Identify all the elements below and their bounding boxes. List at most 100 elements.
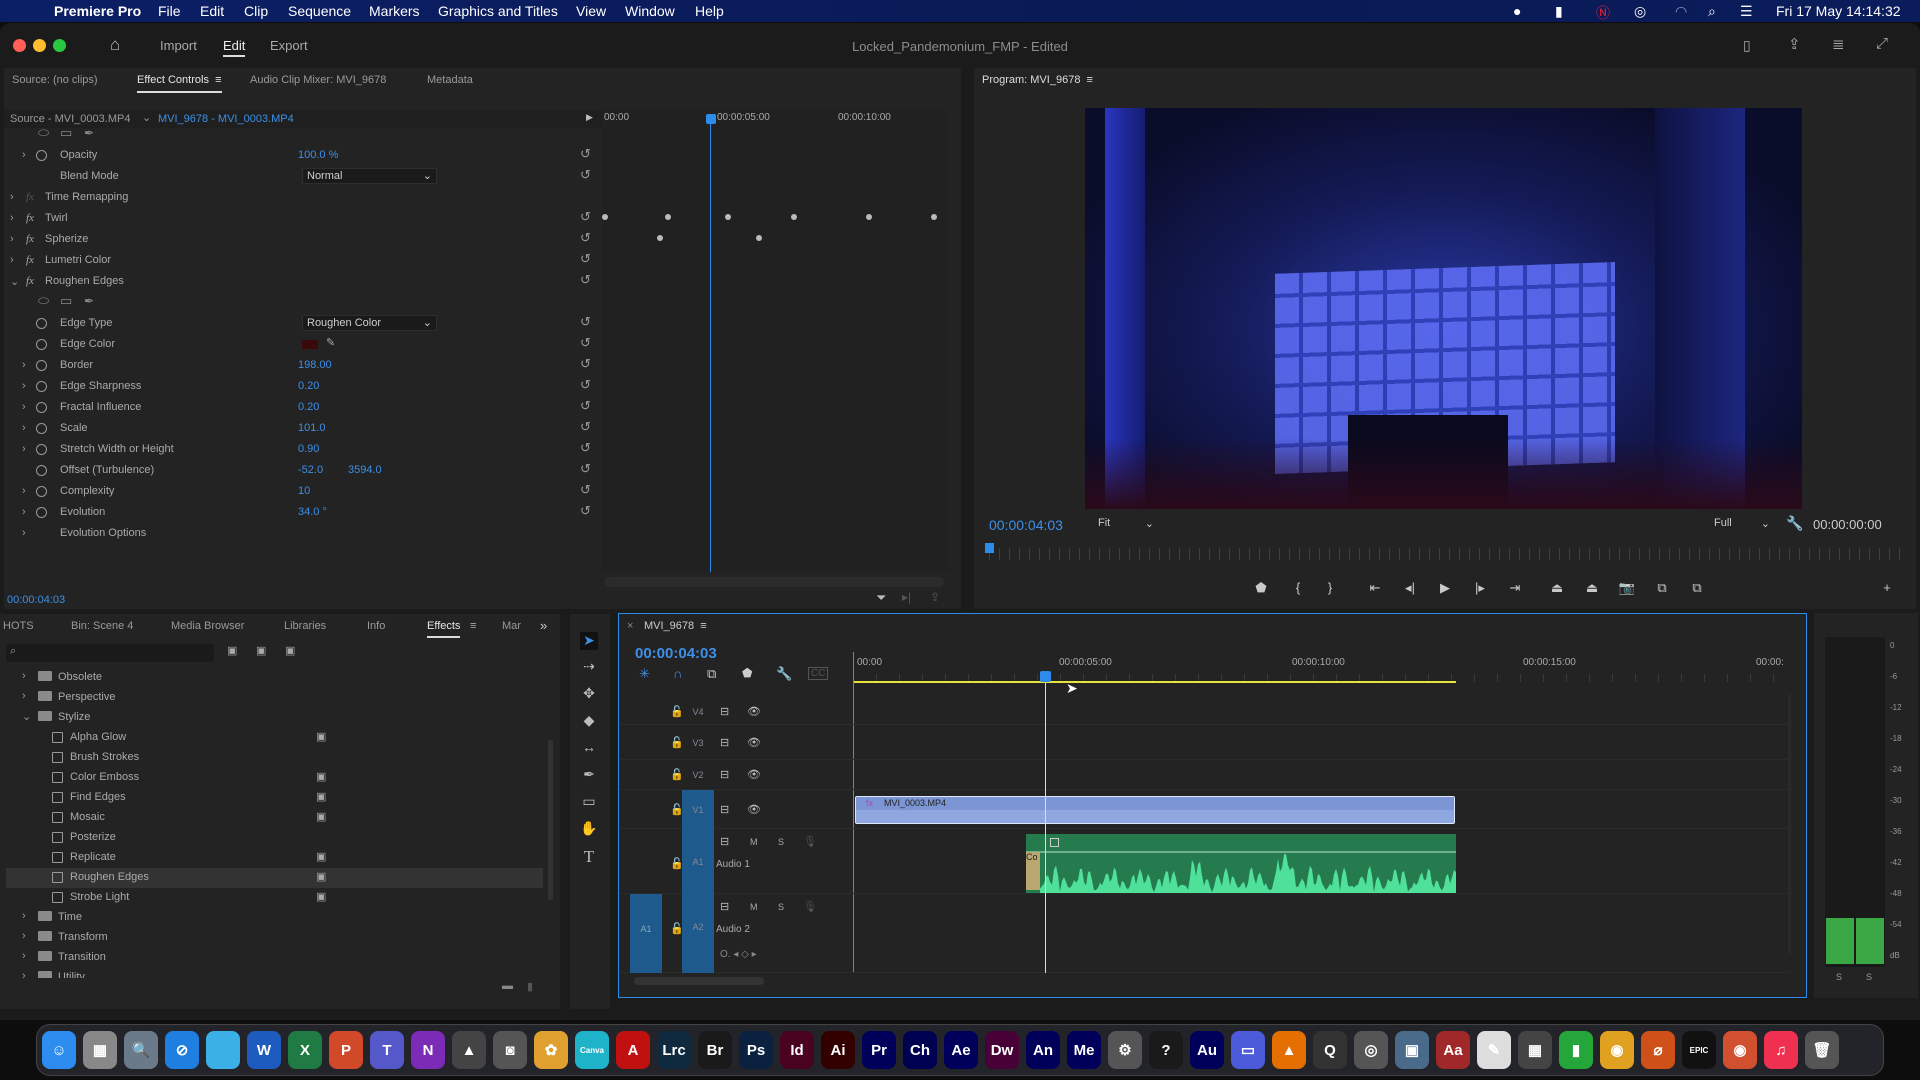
eye-icon[interactable]: 👁: [747, 768, 761, 781]
more-panels-icon[interactable]: »: [540, 618, 547, 633]
dock-chrome-icon[interactable]: ◉: [1600, 1031, 1634, 1069]
chevron-down-icon[interactable]: ⌄: [142, 111, 151, 124]
reset-icon[interactable]: ↺: [580, 461, 591, 477]
overwrite-icon[interactable]: ⧉: [1687, 580, 1707, 596]
menu-file[interactable]: File: [158, 3, 181, 19]
dock-image-capture-icon[interactable]: ▣: [1395, 1031, 1429, 1069]
keyframe[interactable]: [602, 214, 608, 220]
effects-folder[interactable]: › Utility: [6, 968, 543, 978]
effects-scrollbar[interactable]: [548, 740, 553, 900]
effects-folder[interactable]: › Time: [6, 908, 543, 928]
clock[interactable]: Fri 17 May 14:14:32: [1776, 3, 1901, 19]
dock-photo-booth-icon[interactable]: ◙: [493, 1031, 527, 1069]
stopwatch-icon[interactable]: [36, 381, 47, 392]
eyedropper-icon[interactable]: ✎: [326, 336, 335, 349]
effect-item[interactable]: Posterize: [6, 828, 543, 848]
effects-folder[interactable]: › Obsolete: [6, 668, 543, 688]
effects-folder[interactable]: › Transform: [6, 928, 543, 948]
go-to-out-icon[interactable]: ⇥: [1505, 580, 1525, 596]
eye-icon[interactable]: 👁: [747, 705, 761, 718]
wifi-icon[interactable]: ◠: [1675, 3, 1687, 20]
reset-icon[interactable]: ↺: [580, 251, 591, 267]
keyframe[interactable]: [725, 214, 731, 220]
dock-music-icon[interactable]: ♫: [1764, 1031, 1798, 1069]
dock-word-icon[interactable]: W: [247, 1031, 281, 1069]
solo-button[interactable]: S: [778, 837, 784, 847]
add-marker-icon[interactable]: ⬟: [742, 666, 752, 680]
tab-hots[interactable]: HOTS: [3, 620, 34, 632]
snap-magnet-icon[interactable]: ∩: [673, 666, 682, 681]
fx-icon[interactable]: fx: [26, 254, 34, 266]
menu-graphics-and-titles[interactable]: Graphics and Titles: [438, 3, 558, 19]
chevron-right-icon[interactable]: ›: [22, 910, 26, 922]
step-forward-icon[interactable]: |▸: [1470, 580, 1490, 596]
reset-icon[interactable]: ↺: [580, 209, 591, 225]
stopwatch-icon[interactable]: [36, 465, 47, 476]
selection-tool-icon[interactable]: ➤: [580, 632, 598, 650]
keyframe[interactable]: [665, 214, 671, 220]
chevron-right-icon[interactable]: ›: [22, 485, 26, 497]
dock-safari-icon[interactable]: ⊘: [165, 1031, 199, 1069]
video-clip[interactable]: fx MVI_0003.MP4: [855, 796, 1455, 824]
32bit-effects-icon[interactable]: ▣: [256, 644, 266, 657]
dock-lightroom-classic-icon[interactable]: Lrc: [657, 1031, 691, 1069]
captions-icon[interactable]: CC: [808, 667, 829, 680]
stopwatch-icon[interactable]: [36, 402, 47, 413]
reset-icon[interactable]: ↺: [580, 146, 591, 162]
sync-lock-icon[interactable]: ⊟: [720, 768, 729, 781]
chevron-right-icon[interactable]: ›: [22, 970, 26, 978]
dock-indesign-icon[interactable]: Id: [780, 1031, 814, 1069]
dock-character-animator-icon[interactable]: Ch: [903, 1031, 937, 1069]
dock-preview-icon[interactable]: 🔍: [124, 1031, 158, 1069]
chevron-right-icon[interactable]: ›: [22, 950, 26, 962]
dock-after-effects-icon[interactable]: Ae: [944, 1031, 978, 1069]
dock-onenote-icon[interactable]: N: [411, 1031, 445, 1069]
keyframe[interactable]: [791, 214, 797, 220]
pen-mask-icon[interactable]: ✒: [84, 126, 94, 140]
dock-launchpad-icon[interactable]: ▦: [83, 1031, 117, 1069]
property-value[interactable]: 10: [298, 485, 310, 497]
timeline-horizontal-scrollbar[interactable]: [634, 977, 764, 985]
audio-clip[interactable]: Co: [1026, 834, 1456, 893]
record-icon[interactable]: ●: [1513, 3, 1521, 19]
timeline-vertical-scrollbar[interactable]: [1788, 694, 1791, 954]
effect-item[interactable]: Replicate ▣: [6, 848, 543, 868]
menu-edit[interactable]: Edit: [200, 3, 224, 19]
mark-out-icon[interactable]: }: [1320, 580, 1340, 595]
control-center-icon[interactable]: ☰: [1740, 3, 1753, 20]
stopwatch-icon[interactable]: [36, 360, 47, 371]
add-button-icon[interactable]: +: [1877, 580, 1897, 595]
dock-resolve-icon[interactable]: ▲: [452, 1031, 486, 1069]
export-icon[interactable]: ⇪: [930, 590, 940, 604]
accelerated-effects-icon[interactable]: ▣: [227, 644, 237, 657]
timeline-playhead-handle[interactable]: [1040, 671, 1051, 682]
track-target-a1[interactable]: A1: [682, 829, 714, 894]
dock-powerpoint-icon[interactable]: P: [329, 1031, 363, 1069]
eye-icon[interactable]: 👁: [747, 736, 761, 749]
sync-lock-icon[interactable]: ⊟: [720, 803, 729, 816]
tab-effects[interactable]: Effects: [427, 620, 461, 638]
tab-audio-clip-mixer[interactable]: Audio Clip Mixer: MVI_9678: [250, 74, 386, 86]
stopwatch-icon[interactable]: [36, 150, 47, 161]
pen-tool-icon[interactable]: ✒: [580, 766, 598, 784]
dock-audition-icon[interactable]: Au: [1190, 1031, 1224, 1069]
keyframe[interactable]: [756, 235, 762, 241]
chevron-right-icon[interactable]: ›: [22, 380, 26, 392]
effect-item[interactable]: Brush Strokes: [6, 748, 543, 768]
tab-source[interactable]: Source: (no clips): [12, 74, 98, 86]
dock-acrobat-icon[interactable]: A: [616, 1031, 650, 1069]
property-value[interactable]: -52.0: [298, 464, 323, 476]
stopwatch-icon[interactable]: [36, 507, 47, 518]
tab-mar[interactable]: Mar: [502, 620, 521, 632]
ellipse-mask-icon[interactable]: ⬭: [38, 293, 49, 309]
dock-mirror-icon[interactable]: [206, 1031, 240, 1069]
dock-textedit-icon[interactable]: ✎: [1477, 1031, 1511, 1069]
delete-icon[interactable]: ▮: [527, 980, 533, 993]
dock-finder-icon[interactable]: ☺: [42, 1031, 76, 1069]
dock-calculator-icon[interactable]: ▦: [1518, 1031, 1552, 1069]
effect-item[interactable]: Mosaic ▣: [6, 808, 543, 828]
property-value-2[interactable]: 3594.0: [348, 464, 382, 476]
stopwatch-icon[interactable]: [36, 423, 47, 434]
sync-lock-icon[interactable]: ⊟: [720, 736, 729, 749]
work-area-bar[interactable]: [853, 681, 1456, 683]
